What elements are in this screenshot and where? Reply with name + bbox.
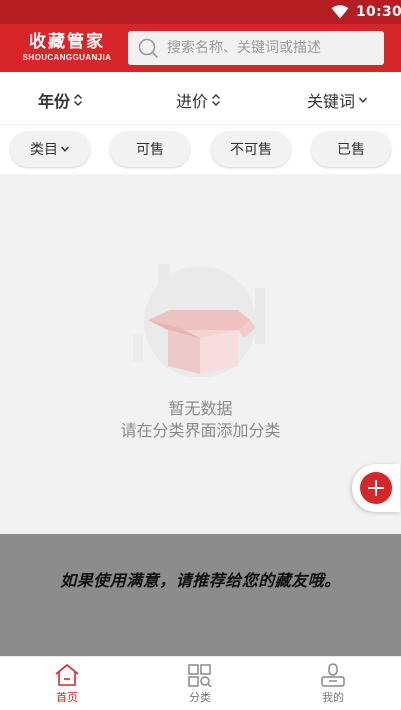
empty-state-hint: 请在分类界面添加分类: [120, 421, 281, 440]
logo-subtitle: SHOUCANGGUANJIA: [22, 53, 112, 62]
filter-bar: 类目 可售 不可售 已售: [0, 124, 401, 174]
filter-for-sale-label: 可售: [136, 142, 164, 158]
nav-profile[interactable]: 我的: [303, 663, 363, 707]
plus-icon: [360, 472, 392, 504]
promo-banner-text: 如果使用满意，请推荐给您的藏友哦。: [60, 571, 341, 590]
filter-for-sale[interactable]: 可售: [110, 131, 190, 167]
empty-state-title: 暂无数据: [168, 399, 233, 418]
sort-year[interactable]: 年份: [38, 88, 83, 112]
add-item-button[interactable]: [352, 464, 400, 512]
search-input[interactable]: [167, 40, 377, 56]
sort-keyword[interactable]: 关键词: [307, 88, 368, 112]
category-icon: [188, 664, 212, 687]
filter-sold[interactable]: 已售: [311, 131, 391, 167]
sort-year-label: 年份: [38, 92, 71, 111]
status-bar: 10:30: [0, 0, 401, 24]
filter-category-label: 类目: [30, 142, 58, 158]
app-header: 收藏管家 SHOUCANGGUANJIA: [0, 24, 401, 72]
sort-keyword-label: 关键词: [307, 92, 356, 111]
sort-updown-icon: [212, 94, 221, 106]
bottom-nav: 首页 分类 我的: [0, 656, 401, 710]
app-screen: 10:30 收藏管家 SHOUCANGGUANJIA 年份 进价: [0, 0, 401, 710]
profile-icon: [321, 663, 345, 687]
wifi-icon: [331, 5, 349, 19]
filter-sold-label: 已售: [337, 142, 365, 158]
chevron-down-icon: [60, 146, 70, 152]
sort-price-label: 进价: [176, 92, 209, 111]
logo-title: 收藏管家: [29, 32, 105, 52]
promo-banner: 如果使用满意，请推荐给您的藏友哦。: [0, 534, 401, 656]
empty-box-illustration: [133, 264, 265, 377]
sort-price[interactable]: 进价: [176, 88, 221, 112]
search-box[interactable]: [128, 31, 384, 65]
nav-home-label: 首页: [56, 691, 78, 704]
filter-not-for-sale-label: 不可售: [230, 142, 272, 158]
home-icon: [55, 664, 79, 686]
filter-category[interactable]: 类目: [10, 131, 90, 167]
nav-profile-label: 我的: [322, 691, 344, 704]
nav-category-label: 分类: [189, 691, 211, 704]
nav-home[interactable]: 首页: [37, 663, 97, 707]
search-icon: [138, 38, 158, 58]
filter-not-for-sale[interactable]: 不可售: [211, 131, 291, 167]
sort-bar: 年份 进价 关键词: [0, 72, 401, 124]
nav-category[interactable]: 分类: [170, 663, 230, 707]
chevron-down-icon: [359, 97, 368, 103]
sort-updown-icon: [74, 94, 83, 106]
status-time: 10:30: [356, 4, 401, 20]
app-logo: 收藏管家 SHOUCANGGUANJIA: [14, 32, 120, 66]
collection-list: 暂无数据 请在分类界面添加分类: [0, 174, 401, 534]
